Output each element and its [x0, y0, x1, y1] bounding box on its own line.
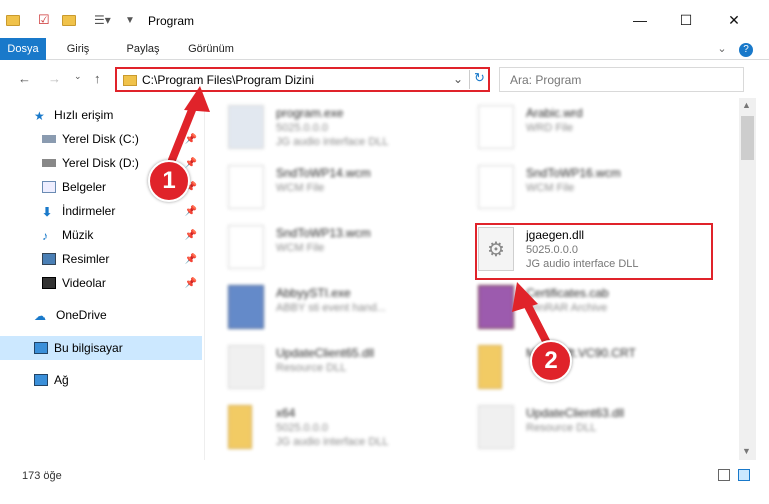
arrow-1-head — [184, 86, 210, 112]
item-count: 173 öğe — [22, 470, 62, 482]
large-icons-view-icon[interactable] — [738, 469, 750, 481]
step-2-badge: 2 — [530, 340, 572, 382]
annotation-arrows — [168, 86, 552, 349]
scrollbar-thumb[interactable] — [741, 116, 754, 160]
arrow-2-head — [512, 282, 538, 312]
details-view-icon[interactable] — [718, 469, 730, 481]
status-bar: 173 öğe — [0, 462, 769, 490]
vertical-scrollbar[interactable]: ▲ ▼ — [739, 98, 756, 460]
scroll-up-icon[interactable]: ▲ — [742, 100, 751, 110]
step-1-badge: 1 — [148, 160, 190, 202]
scroll-down-icon[interactable]: ▼ — [742, 446, 751, 456]
